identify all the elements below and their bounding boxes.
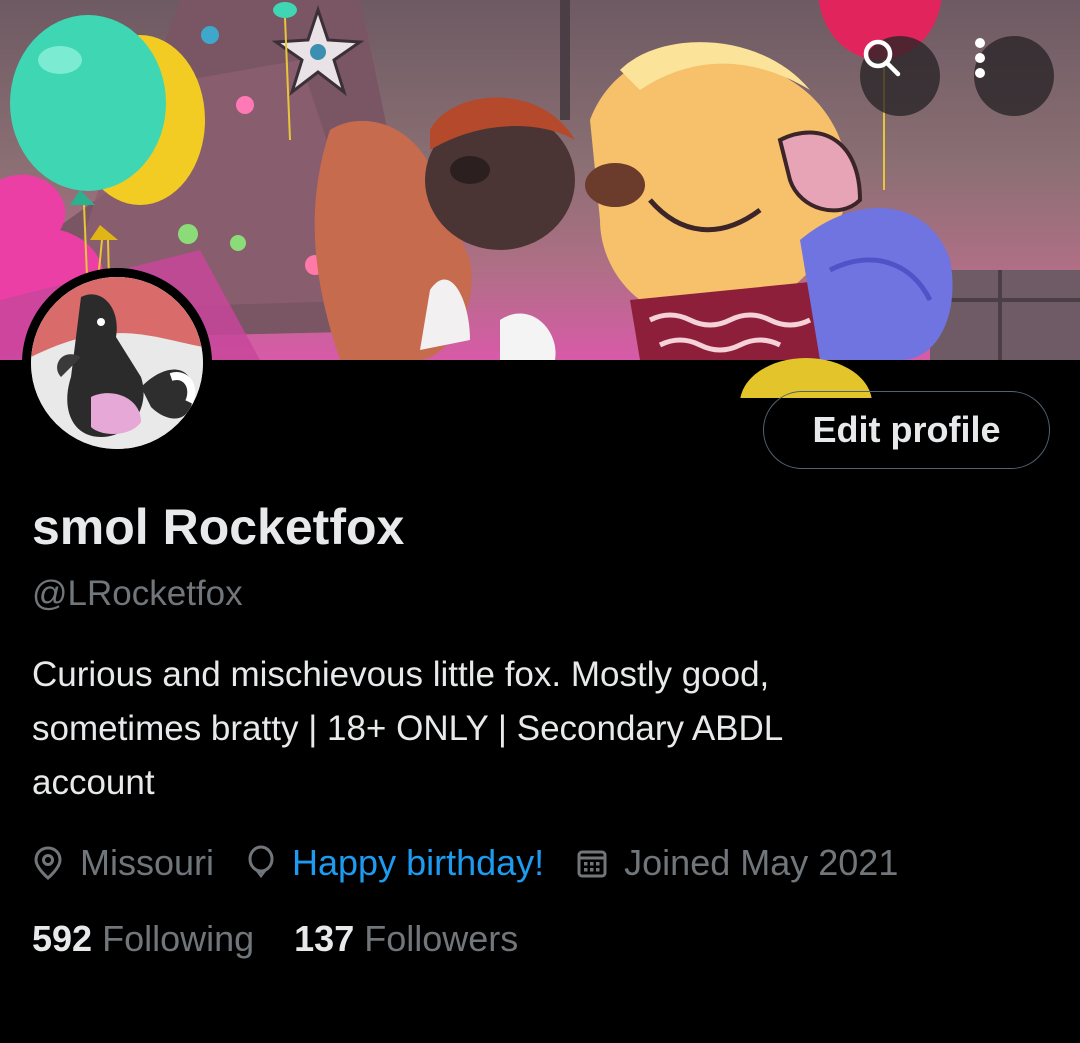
display-name: smol Rocketfox [32,499,405,555]
joined-item: Joined May 2021 [576,842,898,884]
calendar-icon [577,850,607,878]
location-item: Missouri [32,842,214,884]
following-label: Following [102,918,255,959]
avatar-image [31,277,203,449]
birthday-item[interactable]: Happy birthday! [246,842,544,884]
following-count: 592 [32,918,93,959]
bio-line: Curious and mischievous little fox. Most… [32,655,770,694]
following-link[interactable]: 592 Following [32,918,254,960]
bio-line: sometimes bratty | 18+ ONLY | Secondary … [32,709,784,748]
followers-link[interactable]: 137 Followers [294,918,518,960]
location-pin-icon [34,846,62,880]
followers-label: Followers [364,918,519,959]
profile-bio: Curious and mischievous little fox. Most… [32,648,1032,810]
search-icon [863,39,901,77]
edit-profile-button[interactable]: Edit profile [763,391,1050,469]
birthday-link[interactable]: Happy birthday! [292,842,544,884]
joined-text: Joined May 2021 [624,842,899,883]
search-button[interactable] [860,36,940,116]
followers-count: 137 [294,918,355,959]
profile-meta: Missouri Happy birthday! Joined May 2021 [32,838,930,888]
bio-line: account [32,763,155,802]
balloon-icon [248,845,274,879]
profile-avatar[interactable] [22,268,212,458]
follow-stats: 592 Following 137 Followers [32,918,558,960]
more-vertical-icon [975,38,985,78]
location-text: Missouri [80,842,215,883]
more-options-button[interactable] [974,36,1054,116]
user-handle: @LRocketfox [32,574,243,613]
